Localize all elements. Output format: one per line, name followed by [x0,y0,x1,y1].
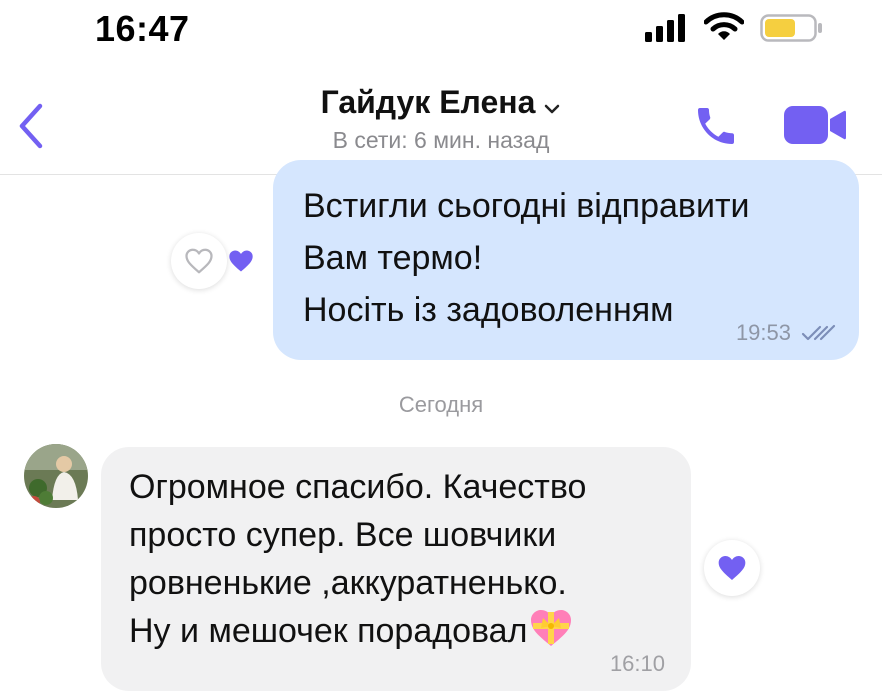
cellular-signal-icon [645,14,685,42]
reaction-group [171,233,263,289]
like-button[interactable] [171,233,227,289]
message-time: 16:10 [609,651,665,676]
back-button[interactable] [10,98,54,154]
status-time: 16:47 [95,8,190,49]
wifi-icon [704,12,744,40]
chat-header: Гайдук Елена В сети: 6 мин. назад [0,58,882,175]
avatar-photo [24,444,88,508]
phone-icon [698,108,734,144]
heart-with-ribbon-emoji [531,610,572,646]
contact-name: Гайдук Елена [320,84,536,120]
heart-icon[interactable] [227,248,255,274]
video-camera-icon [784,106,846,144]
message-line: ровненькие ,аккуратненько. [129,564,567,602]
message-line: Вам термо! [303,239,483,277]
avatar[interactable] [24,444,88,508]
date-separator: Сегодня [398,392,484,417]
contact-status: В сети: 6 мин. назад [332,127,550,153]
call-button[interactable] [692,102,740,150]
chevron-left-icon [19,103,43,149]
message-line: Носіть із задоволенням [303,291,674,329]
message-line: Встигли сьогодні відправити [303,187,750,225]
incoming-message[interactable]: Огромное спасибо. Качество просто супер.… [101,447,691,691]
message-line: просто супер. Все шовчики [129,516,557,554]
contact-info[interactable]: Гайдук Елена В сети: 6 мин. назад [250,84,632,154]
message-text: Встигли сьогодні відправити Вам термо! Н… [303,180,750,336]
message-text: Огромное спасибо. Качество просто супер.… [129,463,586,655]
message-line: Ну и мешочек порадовал [129,612,528,650]
heart-outline-icon [185,248,213,274]
like-button[interactable] [704,540,760,596]
double-check-icon [801,324,836,341]
status-bar: 16:47 [0,0,882,58]
heart-icon [718,556,746,580]
message-line: Огромное спасибо. Качество [129,468,587,506]
message-time: 19:53 [735,320,791,345]
battery-icon [760,14,822,42]
outgoing-message[interactable]: Встигли сьогодні відправити Вам термо! Н… [273,160,859,360]
chevron-down-icon [545,104,560,114]
video-call-button[interactable] [784,104,846,146]
